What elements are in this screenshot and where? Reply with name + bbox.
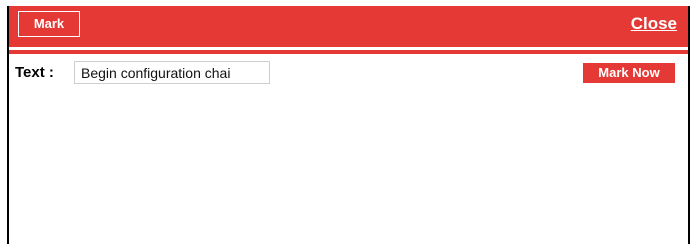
header-divider xyxy=(9,50,688,54)
text-label: Text : xyxy=(15,64,54,81)
mark-dialog: Mark Close Text : Mark Now xyxy=(7,6,690,244)
text-input[interactable] xyxy=(74,61,270,84)
dialog-header: Mark Close xyxy=(9,6,688,47)
close-link[interactable]: Close xyxy=(631,14,677,34)
mark-now-button[interactable]: Mark Now xyxy=(583,63,675,83)
mark-tab[interactable]: Mark xyxy=(18,11,80,37)
